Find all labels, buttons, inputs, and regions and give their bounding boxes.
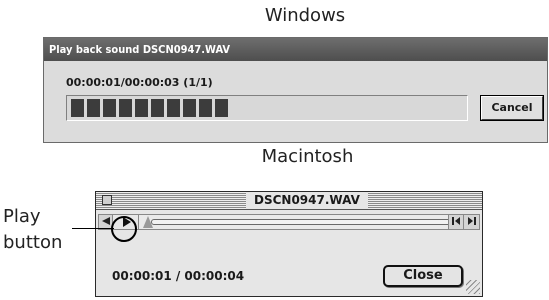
playback-time: 00:00:01 / 00:00:04 — [112, 269, 245, 283]
progress-segment — [71, 99, 84, 117]
progress-segment — [183, 99, 196, 117]
playback-progress-bar — [66, 95, 468, 121]
progress-segment — [199, 99, 212, 117]
progress-segment — [119, 99, 132, 117]
play-button-callout: Play button — [3, 204, 62, 256]
dialog-title: Play back sound DSCN0947.WAV — [44, 38, 547, 61]
mac-playback-window: DSCN0947.WAV 00:00:01 / 00:00:04 Close — [95, 191, 483, 297]
callout-line-1: Play — [3, 206, 41, 227]
progress-segment — [167, 99, 180, 117]
progress-segment — [215, 99, 228, 117]
windows-heading: Windows — [264, 5, 346, 26]
mac-titlebar[interactable]: DSCN0947.WAV — [96, 192, 482, 210]
progress-segment — [135, 99, 148, 117]
resize-grip[interactable] — [466, 280, 480, 294]
transport-controls — [98, 214, 480, 230]
cancel-button[interactable]: Cancel — [480, 95, 544, 121]
step-forward-icon[interactable] — [464, 215, 479, 229]
progress-segment — [103, 99, 116, 117]
step-back-icon[interactable] — [448, 215, 464, 229]
progress-segment — [151, 99, 164, 117]
progress-segment — [87, 99, 100, 117]
mac-window-title: DSCN0947.WAV — [246, 192, 368, 209]
window-close-box[interactable] — [102, 195, 112, 205]
callout-highlight-circle — [111, 216, 137, 242]
callout-leader-line — [72, 228, 114, 229]
playback-timecode: 00:00:01/00:00:03 (1/1) — [66, 76, 213, 89]
playback-scrubber[interactable] — [151, 219, 461, 225]
windows-playback-dialog: Play back sound DSCN0947.WAV 00:00:01/00… — [43, 37, 548, 143]
progress-fill — [71, 99, 231, 117]
macintosh-heading: Macintosh — [261, 146, 354, 167]
close-button[interactable]: Close — [383, 265, 463, 287]
callout-line-2: button — [3, 232, 63, 253]
